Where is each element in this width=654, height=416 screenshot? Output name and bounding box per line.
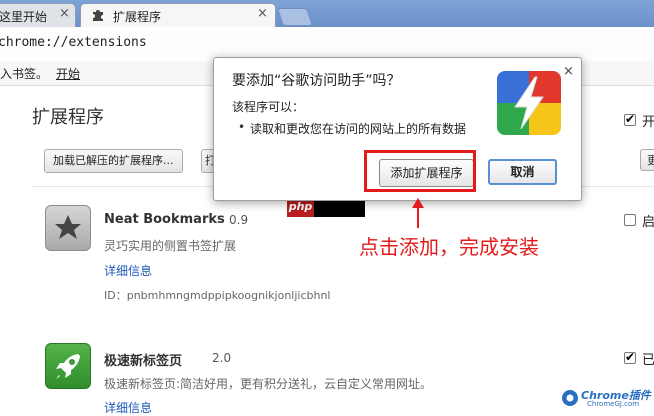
tab-title: 扩展程序 (113, 10, 162, 24)
update-extensions-button[interactable]: 更 (640, 149, 654, 171)
tab-close-icon[interactable]: × (59, 7, 70, 21)
developer-mode-label: 开 (642, 115, 654, 130)
dialog-title: 要添加“谷歌访问助手”吗？ (232, 73, 401, 89)
extension-version: 2.0 (212, 351, 232, 365)
site-watermark: Chrome插件 ChromeGJ.com (561, 387, 651, 411)
extension-enable-checkbox[interactable] (624, 350, 636, 364)
extension-description: 极速新标签页:简洁好用，更有积分送礼，云自定义常用网址。 (104, 377, 433, 391)
tab-close-icon[interactable]: × (257, 7, 268, 21)
annotation-text: 点击添加，完成安装 (359, 235, 539, 259)
cancel-button[interactable]: 取消 (488, 159, 557, 185)
extension-version: 0.9 (229, 213, 249, 227)
load-unpacked-button[interactable]: 加载已解压的扩展程序... (44, 149, 183, 173)
bookmarks-start-link[interactable]: 开始 (56, 65, 80, 82)
tab-extensions[interactable]: 扩展程序 × (80, 3, 276, 27)
permission-bullet: • (238, 120, 246, 134)
address-bar[interactable]: chrome://extensions (0, 35, 147, 50)
extension-enable-label: 已 (642, 353, 654, 368)
extension-description: 灵巧实用的侧置书签扩展 (104, 239, 237, 253)
puzzle-icon (93, 10, 103, 21)
lightning-logo-icon (497, 71, 561, 135)
tab-strip: 这里开始 × 扩展程序 × (0, 0, 654, 27)
star-icon (45, 205, 91, 251)
dialog-subtitle: 该程序可以： (232, 100, 305, 114)
extension-details-link[interactable]: 详细信息 (104, 262, 152, 279)
dialog-permission: 读取和更改您在访问的网站上的所有数据 (250, 122, 467, 136)
extension-name: Neat Bookmarks (104, 212, 225, 227)
dialog-close-icon[interactable]: × (563, 64, 574, 79)
tab-start[interactable]: 这里开始 × (0, 3, 76, 27)
highlight-box (364, 150, 476, 192)
extension-enable-checkbox[interactable] (624, 214, 636, 226)
extension-name: 极速新标签页 (104, 354, 183, 369)
bookmarks-hint: 入书签。 (0, 67, 49, 81)
developer-mode-checkbox[interactable] (624, 112, 636, 126)
page-title: 扩展程序 (32, 107, 104, 128)
extension-id: ID：pnbmhmngmdppipkoognikjonljicbhnl (104, 289, 331, 302)
arrow-up-icon (412, 198, 424, 228)
watermark-sub: ChromeGJ.com (587, 400, 640, 408)
chrome-logo-icon (562, 390, 578, 406)
tab-title: 这里开始 (0, 10, 48, 24)
extension-details-link[interactable]: 详细信息 (104, 399, 152, 416)
new-tab-button[interactable] (277, 8, 313, 26)
extension-enable-label: 启 (642, 215, 654, 230)
rocket-icon (45, 343, 91, 389)
